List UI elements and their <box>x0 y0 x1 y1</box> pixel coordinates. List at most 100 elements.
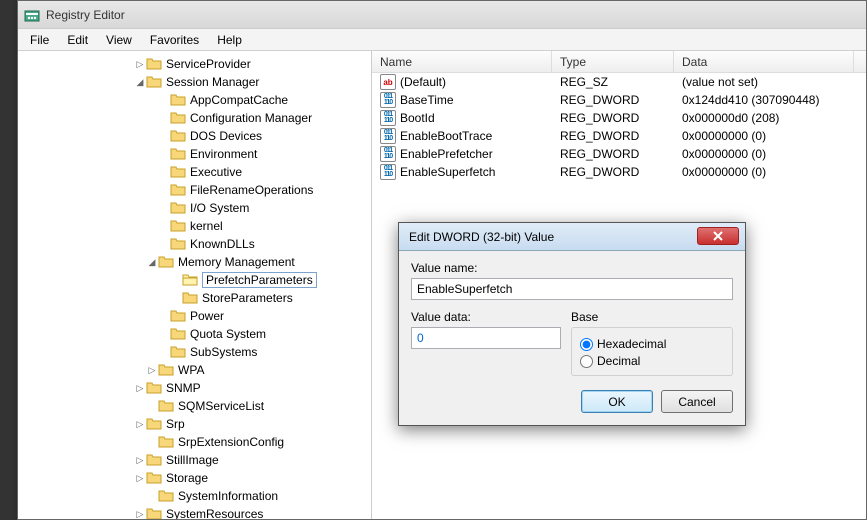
tree-item-label: KnownDLLs <box>190 237 259 251</box>
list-row[interactable]: 011110EnablePrefetcherREG_DWORD0x0000000… <box>372 145 866 163</box>
tree-pane[interactable]: ▷ServiceProvider ◢ Session Manager AppCompa… <box>18 51 372 519</box>
ok-button[interactable]: OK <box>581 390 653 413</box>
tree-item[interactable]: SQMServiceList <box>18 397 371 415</box>
close-icon <box>712 231 724 241</box>
tree-item[interactable]: ▷ SNMP <box>18 379 371 397</box>
menu-favorites[interactable]: Favorites <box>142 31 207 49</box>
col-name[interactable]: Name <box>372 51 552 72</box>
expand-icon[interactable]: ▷ <box>134 419 146 430</box>
tree-item[interactable]: SrpExtensionConfig <box>18 433 371 451</box>
list-row[interactable]: ab(Default)REG_SZ(value not set) <box>372 73 866 91</box>
tree-item[interactable]: ◢ Session Manager <box>18 73 371 91</box>
menu-file[interactable]: File <box>22 31 57 49</box>
value-type: REG_SZ <box>552 75 674 89</box>
menu-edit[interactable]: Edit <box>59 31 96 49</box>
tree-item[interactable]: StoreParameters <box>18 289 371 307</box>
expand-icon[interactable]: ▷ <box>134 59 146 70</box>
expand-icon[interactable]: ▷ <box>134 383 146 394</box>
value-name: EnableBootTrace <box>400 129 492 143</box>
cancel-button[interactable]: Cancel <box>661 390 733 413</box>
dword-value-icon: 011110 <box>380 146 396 162</box>
value-name: (Default) <box>400 75 446 89</box>
tree-item-label: Environment <box>190 147 261 161</box>
tree-item-label: SQMServiceList <box>178 399 268 413</box>
tree-item[interactable]: SubSystems <box>18 343 371 361</box>
value-name: BootId <box>400 111 435 125</box>
list-header: Name Type Data <box>372 51 866 73</box>
tree-item[interactable]: FileRenameOperations <box>18 181 371 199</box>
tree-item[interactable]: kernel <box>18 217 371 235</box>
dec-label: Decimal <box>597 354 640 368</box>
menu-help[interactable]: Help <box>209 31 250 49</box>
close-button[interactable] <box>697 227 739 245</box>
value-data: 0x000000d0 (208) <box>674 111 854 125</box>
string-value-icon: ab <box>380 74 396 90</box>
value-name: BaseTime <box>400 93 454 107</box>
value-type: REG_DWORD <box>552 147 674 161</box>
tree-item[interactable]: SystemInformation <box>18 487 371 505</box>
list-row[interactable]: 011110BootIdREG_DWORD0x000000d0 (208) <box>372 109 866 127</box>
tree-item[interactable]: KnownDLLs <box>18 235 371 253</box>
value-name: EnablePrefetcher <box>400 147 493 161</box>
tree-item[interactable]: ◢ Memory Management <box>18 253 371 271</box>
expand-icon[interactable]: ◢ <box>134 77 146 88</box>
value-data-label: Value data: <box>411 310 561 324</box>
tree-item[interactable]: ▷WPA <box>18 361 371 379</box>
tree-item[interactable]: Environment <box>18 145 371 163</box>
tree-item-label: SystemInformation <box>178 489 282 503</box>
value-type: REG_DWORD <box>552 93 674 107</box>
tree-item-label: Memory Management <box>178 255 299 269</box>
dword-value-icon: 011110 <box>380 164 396 180</box>
tree-item[interactable]: ▷ Storage <box>18 469 371 487</box>
list-row[interactable]: 011110BaseTimeREG_DWORD0x124dd410 (30709… <box>372 91 866 109</box>
tree-item-label: Power <box>190 309 228 323</box>
list-row[interactable]: 011110 EnableSuperfetch REG_DWORD0x0000000… <box>372 163 866 181</box>
tree-item[interactable]: ▷ StillImage <box>18 451 371 469</box>
tree-item[interactable]: ▷ SystemResources <box>18 505 371 519</box>
tree-item-label: SystemResources <box>166 507 267 519</box>
tree-item[interactable]: Configuration Manager <box>18 109 371 127</box>
tree-item[interactable]: Power <box>18 307 371 325</box>
tree-item[interactable]: PrefetchParameters <box>18 271 371 289</box>
value-type: REG_DWORD <box>552 129 674 143</box>
expand-icon[interactable]: ▷ <box>134 473 146 484</box>
dec-radio[interactable] <box>580 355 593 368</box>
dword-value-icon: 011110 <box>380 92 396 108</box>
tree-item-label: Storage <box>166 471 212 485</box>
menu-view[interactable]: View <box>98 31 140 49</box>
col-data[interactable]: Data <box>674 51 854 72</box>
expand-icon[interactable]: ▷ <box>134 509 146 520</box>
tree-item[interactable]: AppCompatCache <box>18 91 371 109</box>
hex-radio[interactable] <box>580 338 593 351</box>
value-name-field[interactable] <box>411 278 733 300</box>
value-data-field[interactable] <box>411 327 561 349</box>
expand-icon[interactable]: ▷ <box>146 365 158 376</box>
tree-item-label: SNMP <box>166 381 205 395</box>
tree-item[interactable]: Quota System <box>18 325 371 343</box>
dword-value-icon: 011110 <box>380 110 396 126</box>
expand-icon[interactable]: ◢ <box>146 257 158 268</box>
value-name-label: Value name: <box>411 261 733 275</box>
expand-icon[interactable]: ▷ <box>134 455 146 466</box>
tree-item[interactable]: I/O System <box>18 199 371 217</box>
tree-item-label: Quota System <box>190 327 270 341</box>
tree-item[interactable]: ▷ServiceProvider <box>18 55 371 73</box>
tree-item-label: DOS Devices <box>190 129 266 143</box>
list-row[interactable]: 011110EnableBootTraceREG_DWORD0x00000000… <box>372 127 866 145</box>
titlebar[interactable]: Registry Editor <box>18 1 866 29</box>
tree-item-label: FileRenameOperations <box>190 183 317 197</box>
base-groupbox: Hexadecimal Decimal <box>571 327 733 376</box>
col-type[interactable]: Type <box>552 51 674 72</box>
tree-item[interactable]: DOS Devices <box>18 127 371 145</box>
tree-item-label: Executive <box>190 165 246 179</box>
tree-item-label: Session Manager <box>166 75 263 89</box>
tree-item[interactable]: Executive <box>18 163 371 181</box>
value-data: 0x00000000 (0) <box>674 165 854 179</box>
value-name: EnableSuperfetch <box>400 165 495 179</box>
dialog-titlebar[interactable]: Edit DWORD (32-bit) Value <box>399 223 745 251</box>
tree-item-label: StillImage <box>166 453 223 467</box>
tree-item-label: SubSystems <box>190 345 261 359</box>
value-type: REG_DWORD <box>552 165 674 179</box>
tree-item-label: kernel <box>190 219 227 233</box>
tree-item[interactable]: ▷Srp <box>18 415 371 433</box>
